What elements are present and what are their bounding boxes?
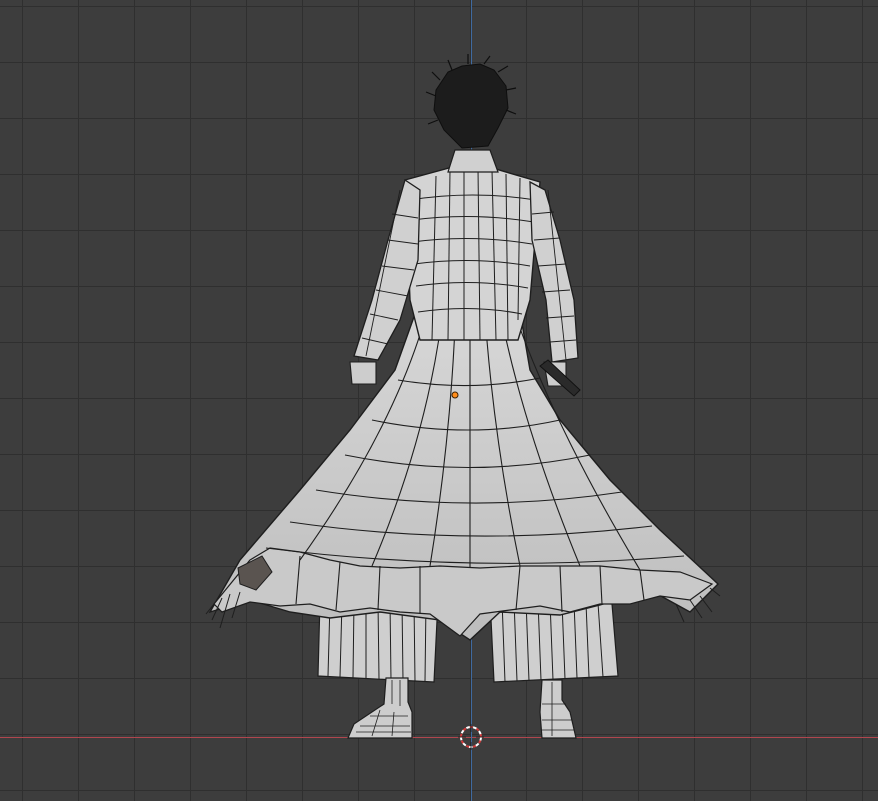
3d-cursor-icon[interactable] [458,724,484,750]
torso-mesh[interactable] [404,149,541,341]
scene-canvas[interactable] [0,0,878,801]
hair-mesh[interactable] [425,54,517,149]
right-arm-mesh[interactable] [529,180,579,387]
right-foot-mesh[interactable] [539,679,577,739]
coat-mesh[interactable] [205,299,721,641]
3d-viewport[interactable] [0,0,878,801]
object-origin-dot[interactable] [451,391,459,399]
left-foot-mesh[interactable] [347,677,413,739]
